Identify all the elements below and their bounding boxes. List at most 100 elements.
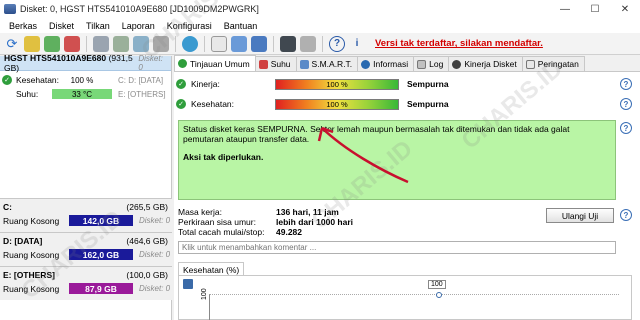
tab-label: Peringatan (537, 59, 579, 69)
performance-label: Kinerja: (191, 79, 220, 89)
menu-bantuan[interactable]: Bantuan (218, 21, 264, 31)
tab-alerts[interactable]: Peringatan (521, 56, 585, 71)
data-point-label: 100 (428, 280, 446, 289)
monitor-icon[interactable] (280, 35, 296, 52)
disk-partitions: E: [OTHERS] (118, 89, 166, 99)
summary-text: Status disket keras SEMPURNA. Sektor lem… (183, 124, 570, 144)
disk-health-row: ✓ Kesehatan: 100 % C: D: [DATA] (0, 73, 171, 87)
thermometer-icon (258, 59, 268, 69)
satellite-settings-icon[interactable] (153, 35, 169, 52)
log-icon (417, 59, 427, 69)
performance-bar: 100 % (275, 78, 399, 90)
comment-input[interactable] (178, 241, 616, 254)
free-space-label: Ruang Kosong (3, 249, 60, 260)
check-icon (178, 59, 187, 68)
power-on-label: Masa kerja: (178, 207, 222, 217)
free-space-label: Ruang Kosong (3, 283, 60, 294)
start-stop-value: 49.282 (276, 227, 302, 237)
disk-item[interactable]: HGST HTS541010A9E680 (931,5 GB) Disket: … (0, 53, 171, 73)
performance-row: ✓ Kinerja: 100 % Sempurna (176, 77, 449, 91)
menu-laporan[interactable]: Laporan (116, 21, 161, 31)
disk-health-icon[interactable] (44, 35, 60, 52)
copy-icon[interactable] (231, 35, 247, 52)
document-icon[interactable] (211, 35, 227, 52)
health-value: 100 % (70, 75, 94, 85)
disk-index: Disket: 0 (138, 54, 163, 72)
retest-button[interactable]: Ulangi Uji (546, 208, 614, 223)
network-icon[interactable] (251, 35, 267, 52)
tab-temperature[interactable]: Suhu (254, 56, 297, 71)
menu-bar: Berkas Disket Tilkan Laporan Konfigurasi… (0, 18, 640, 33)
help-icon[interactable]: ? (620, 98, 632, 110)
partition-e[interactable]: E: [OTHERS] (100,0 GB) Ruang Kosong 87,9 … (0, 266, 172, 300)
tab-disk-performance[interactable]: Kinerja Disket (448, 56, 523, 71)
power-on-value: 136 hari, 11 jam (276, 207, 339, 217)
toolbar: ⟳ ? i Versi tak terdaftar, silakan menda… (0, 33, 640, 55)
tab-information[interactable]: Informasi (357, 56, 415, 71)
minimize-icon[interactable]: — (550, 0, 580, 18)
tab-label: Suhu (270, 59, 291, 69)
tab-label: Tinjauan Umum (190, 58, 250, 69)
remaining-life-value: lebih dari 1000 hari (276, 217, 354, 227)
tab-label: S.M.A.R.T. (311, 59, 353, 69)
power-on-row: Masa kerja: 136 hari, 11 jam (178, 207, 339, 217)
help-icon[interactable]: ? (620, 78, 632, 90)
close-icon[interactable]: ✕ (610, 0, 640, 18)
register-link[interactable]: Versi tak terdaftar, silakan mendaftar. (375, 38, 543, 49)
refresh-icon[interactable]: ⟳ (4, 36, 20, 52)
partition-size: (265,5 GB) (126, 202, 168, 212)
disk-partitions: C: D: [DATA] (118, 75, 164, 85)
tab-smart[interactable]: S.M.A.R.T. (295, 56, 359, 71)
check-icon: ✓ (2, 75, 12, 85)
overview-panel: Tinjauan Umum Suhu S.M.A.R.T. Informasi … (174, 55, 640, 320)
menu-disket[interactable]: Disket (43, 21, 80, 31)
health-bar: 100 % (275, 98, 399, 110)
status-summary: Status disket keras SEMPURNA. Sektor lem… (178, 120, 616, 200)
help-icon[interactable]: ? (620, 209, 632, 221)
tab-overview[interactable]: Tinjauan Umum (174, 55, 256, 71)
temp-label: Suhu: (16, 89, 39, 99)
help-icon[interactable]: ? (329, 35, 345, 52)
maximize-icon[interactable]: ☐ (580, 0, 610, 18)
tab-health-graph[interactable]: Kesehatan (%) (178, 262, 245, 276)
start-stop-row: Total cacah mulai/stop: 49.282 (178, 227, 302, 237)
tab-label: Kinerja Disket (464, 59, 517, 69)
y-axis-tick: 100 (201, 288, 208, 300)
partition-d[interactable]: D: [DATA] (464,6 GB) Ruang Kosong 162,0 G… (0, 232, 172, 266)
globe-icon[interactable] (182, 35, 198, 52)
performance-verdict: Sempurna (407, 79, 449, 89)
free-space-label: Ruang Kosong (3, 215, 60, 226)
save-icon[interactable] (183, 279, 193, 289)
toolbar-separator (86, 35, 87, 52)
partition-size: (100,0 GB) (126, 270, 168, 280)
free-space-value: 87,9 GB (69, 283, 133, 294)
satellite-icon[interactable] (93, 35, 109, 52)
disk-list-panel: HGST HTS541010A9E680 (931,5 GB) Disket: … (0, 53, 172, 320)
free-space-value: 142,0 GB (69, 215, 133, 226)
tab-log[interactable]: Log (413, 56, 450, 71)
graph-plot: 100 (209, 280, 619, 320)
health-label: Kesehatan: (191, 99, 235, 109)
free-space-value: 162,0 GB (69, 249, 133, 260)
partition-c[interactable]: C: (265,5 GB) Ruang Kosong 142,0 GB Diske… (0, 198, 172, 232)
settings-icon[interactable] (300, 35, 316, 52)
menu-tilkan[interactable]: Tilkan (80, 21, 116, 31)
toolbar-separator (175, 35, 176, 52)
help-icon[interactable]: ? (620, 122, 632, 134)
partition-size: (464,6 GB) (126, 236, 168, 246)
satellite-save-icon[interactable] (133, 35, 149, 52)
menu-berkas[interactable]: Berkas (3, 21, 43, 31)
partition-name: C: (3, 202, 12, 212)
disk-warning-icon[interactable] (64, 35, 80, 52)
health-row: ✓ Kesehatan: 100 % Sempurna (176, 97, 449, 111)
info-icon[interactable]: i (349, 36, 365, 52)
satellite-check-icon[interactable] (113, 35, 129, 52)
temp-value: 33 °C (52, 89, 112, 99)
disk-check-icon[interactable] (24, 35, 40, 52)
remaining-life-row: Perkiraan sisa umur: lebih dari 1000 har… (178, 217, 353, 227)
check-icon: ✓ (176, 79, 186, 89)
menu-konfigurasi[interactable]: Konfigurasi (161, 21, 218, 31)
partition-name: E: [OTHERS] (3, 270, 55, 280)
check-icon: ✓ (176, 99, 186, 109)
health-label: Kesehatan: (16, 75, 60, 85)
